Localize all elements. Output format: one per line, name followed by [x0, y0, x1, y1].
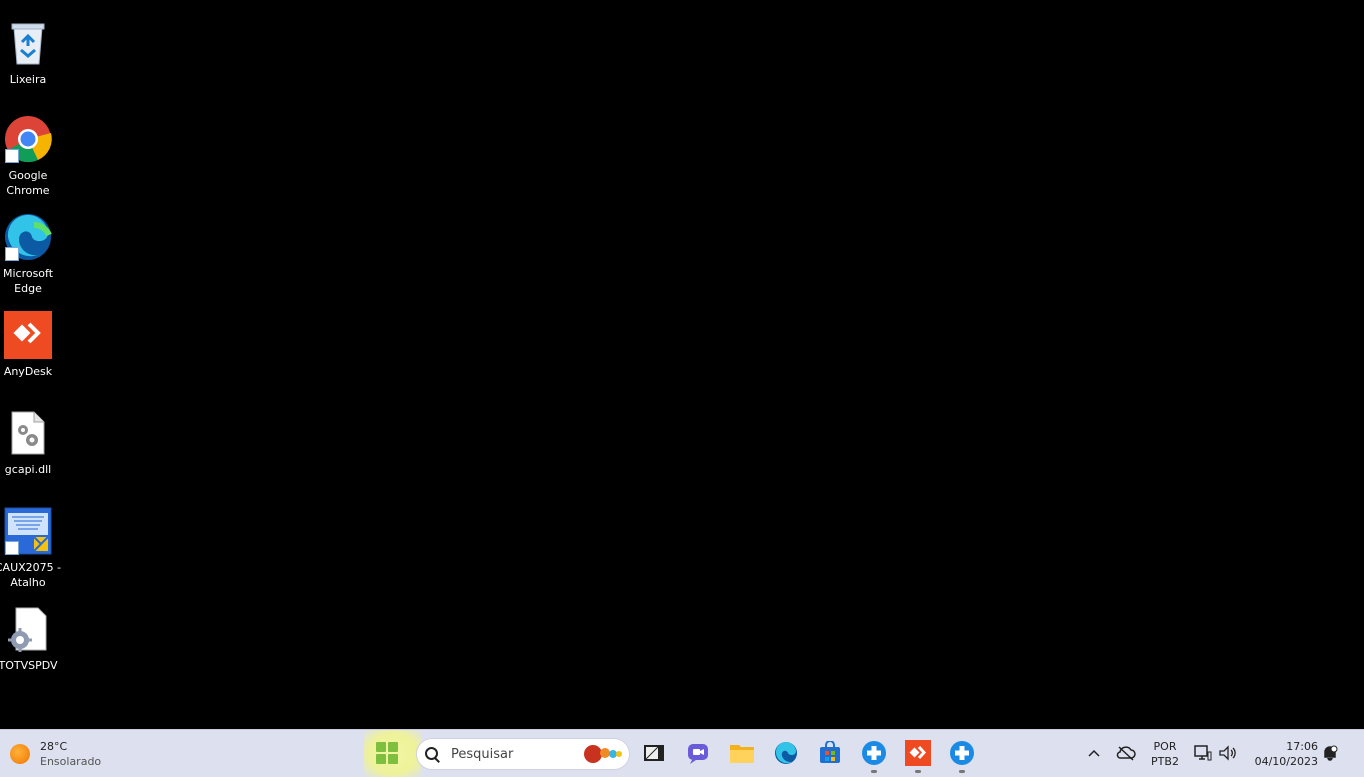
running-indicator	[871, 770, 877, 773]
dll-file-icon	[3, 408, 53, 458]
weather-text: 28°C Ensolarado	[40, 739, 101, 769]
sun-icon	[10, 744, 30, 764]
running-indicator	[959, 770, 965, 773]
running-indicator	[915, 770, 921, 773]
caux-shortcut-icon	[3, 506, 53, 556]
desktop-icon-label: Google Chrome	[6, 169, 50, 197]
shortcut-arrow-icon	[5, 247, 19, 261]
desktop-icon-label: Microsoft Edge	[2, 267, 54, 295]
search-placeholder: Pesquisar	[451, 746, 514, 762]
weather-temperature: 28°C	[40, 740, 68, 753]
weather-condition: Ensolarado	[40, 755, 102, 768]
taskbar-search-box[interactable]: Pesquisar	[416, 738, 630, 770]
language-indicator[interactable]: POR PTB2	[1150, 739, 1180, 769]
task-view-icon[interactable]	[641, 740, 667, 766]
desktop-icon-totvspdv[interactable]: TOTVSPDV	[0, 604, 58, 673]
medical-plus-app-icon[interactable]	[861, 740, 887, 766]
desktop-icon-label: CAUX2075 - Atalho	[0, 561, 62, 589]
chevron-up-icon[interactable]	[1083, 740, 1105, 766]
weather-widget[interactable]: 28°C Ensolarado	[10, 739, 101, 769]
clock-date: 04/10/2023	[1254, 755, 1318, 768]
cloud-offline-icon[interactable]	[1114, 740, 1138, 766]
edge-icon	[3, 212, 53, 262]
shortcut-arrow-icon	[5, 149, 19, 163]
volume-icon[interactable]	[1216, 740, 1240, 766]
desktop-icon-label: gcapi.dll	[4, 463, 52, 476]
language-line1: POR	[1153, 740, 1177, 753]
teams-chat-icon[interactable]	[685, 740, 711, 766]
microsoft-store-icon[interactable]	[817, 740, 843, 766]
language-line2: PTB2	[1151, 755, 1179, 768]
medical-plus-app-icon-2[interactable]	[949, 740, 975, 766]
desktop-icon-microsoft-edge[interactable]: Microsoft Edge	[0, 212, 56, 296]
anydesk-icon	[3, 310, 53, 360]
search-highlight-icon	[584, 745, 622, 763]
desktop-icon-google-chrome[interactable]: Google Chrome	[0, 114, 56, 198]
notification-bell-icon[interactable]	[1320, 740, 1340, 766]
desktop-icon-label: TOTVSPDV	[0, 659, 58, 672]
desktop-icon-label: AnyDesk	[3, 365, 53, 378]
file-explorer-icon[interactable]	[729, 740, 755, 766]
network-icon[interactable]	[1191, 740, 1215, 766]
clock-time: 17:06	[1286, 740, 1318, 753]
desktop-icon-gcapi-dll[interactable]: gcapi.dll	[0, 408, 56, 477]
edge-taskbar-icon[interactable]	[773, 740, 799, 766]
settings-file-icon	[3, 604, 53, 654]
search-icon	[425, 747, 439, 761]
shortcut-arrow-icon	[5, 541, 19, 555]
recycle-bin-icon	[3, 18, 53, 68]
desktop-icon-caux2075[interactable]: CAUX2075 - Atalho	[0, 506, 61, 590]
desktop-icon-recycle-bin[interactable]: Lixeira	[0, 18, 56, 87]
anydesk-taskbar-icon[interactable]	[905, 740, 931, 766]
taskbar: 28°C Ensolarado Pesquisar POR PTB2 17:06…	[0, 729, 1364, 777]
start-button-windows-icon[interactable]	[376, 742, 398, 764]
desktop-icon-label: Lixeira	[9, 73, 47, 86]
chrome-icon	[3, 114, 53, 164]
desktop-icon-anydesk[interactable]: AnyDesk	[0, 310, 56, 379]
system-clock[interactable]: 17:06 04/10/2023	[1248, 739, 1318, 769]
